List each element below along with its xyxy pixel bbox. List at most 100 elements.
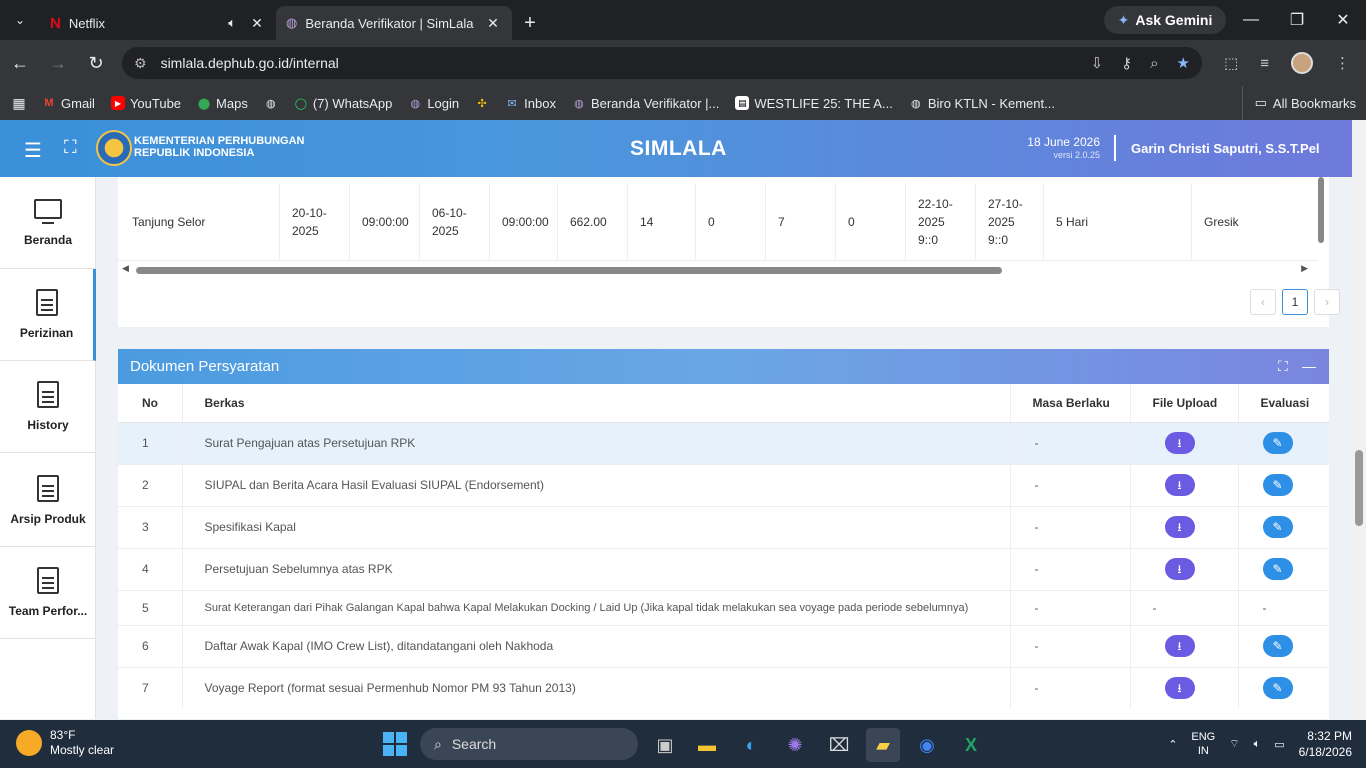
bookmark-biro[interactable]: ◍ Biro KTLN - Kement... bbox=[901, 96, 1063, 111]
windows-start-icon[interactable] bbox=[383, 732, 407, 756]
download-button[interactable]: ⭳ bbox=[1164, 516, 1195, 538]
url-text[interactable]: simlala.dephub.go.id/internal bbox=[161, 55, 339, 71]
edit-evaluation-button[interactable]: ✎ bbox=[1262, 432, 1293, 454]
task-view-icon[interactable]: ▣ bbox=[648, 728, 682, 762]
table-cell: 06-10- 2025 bbox=[420, 183, 490, 261]
download-button[interactable]: ⭳ bbox=[1164, 474, 1195, 496]
bookmark-gmail[interactable]: M Gmail bbox=[34, 96, 103, 111]
site-info-icon[interactable]: ⚙ bbox=[134, 55, 147, 72]
battery-icon[interactable]: ▭ bbox=[1274, 738, 1284, 751]
password-key-icon[interactable]: ⚷ bbox=[1121, 54, 1132, 72]
expand-icon[interactable]: ⛶ bbox=[1278, 358, 1288, 375]
main-content: Tanjung Selor 20-10- 2025 09:00:00 06-10… bbox=[96, 177, 1352, 719]
bookmark-label: Maps bbox=[216, 95, 248, 111]
close-tab-icon[interactable]: ✕ bbox=[248, 15, 266, 32]
bookmark-maps[interactable]: ⬤ Maps bbox=[189, 96, 256, 111]
sidebar-item-beranda[interactable]: Beranda bbox=[0, 177, 96, 269]
edit-evaluation-button[interactable]: ✎ bbox=[1262, 558, 1293, 580]
collapse-icon[interactable]: — bbox=[1302, 358, 1316, 374]
sidebar-item-arsip-produk[interactable]: Arsip Produk bbox=[0, 455, 96, 547]
edit-evaluation-button[interactable]: ✎ bbox=[1262, 474, 1293, 496]
minimize-icon[interactable]: — bbox=[1228, 0, 1274, 40]
globe-icon: ◍ bbox=[286, 15, 298, 30]
edit-evaluation-button[interactable]: ✎ bbox=[1262, 516, 1293, 538]
page-scrollbar[interactable] bbox=[1352, 120, 1366, 720]
forward-icon[interactable]: → bbox=[40, 45, 76, 81]
taskbar-search[interactable]: ⌕ Search bbox=[420, 728, 638, 760]
back-icon[interactable]: ← bbox=[2, 45, 38, 81]
sidebar-item-history[interactable]: History bbox=[0, 361, 96, 453]
row-no: 2 bbox=[118, 463, 182, 506]
page-button-current[interactable]: 1 bbox=[1282, 289, 1308, 315]
ask-gemini-button[interactable]: ✦ Ask Gemini bbox=[1104, 6, 1226, 34]
all-bookmarks[interactable]: ▭ All Bookmarks bbox=[1241, 86, 1356, 120]
close-tab-icon[interactable]: ✕ bbox=[484, 15, 502, 32]
download-button[interactable]: ⭳ bbox=[1164, 432, 1195, 454]
bookmark-login[interactable]: ◍ Login bbox=[400, 96, 467, 111]
row-masa: - bbox=[1009, 589, 1130, 625]
file-explorer-icon[interactable]: ▬ bbox=[690, 728, 724, 762]
sidebar-item-perizinan[interactable]: Perizinan bbox=[0, 269, 96, 361]
tab-search-dropdown-icon[interactable]: ⌄ bbox=[0, 0, 40, 40]
download-button[interactable]: ⭳ bbox=[1164, 677, 1195, 700]
bookmark-westlife[interactable]: ▤ WESTLIFE 25: THE A... bbox=[727, 96, 900, 111]
hamburger-menu-icon[interactable]: ☰ bbox=[24, 138, 42, 163]
row-berkas: Voyage Report (format sesuai Permenhub N… bbox=[181, 666, 1010, 709]
table-horizontal-scrollbar[interactable]: ◀ ▶ bbox=[122, 263, 1308, 275]
volume-icon[interactable]: 🔈︎ bbox=[1254, 738, 1261, 751]
fullscreen-icon[interactable]: ⛶ bbox=[64, 137, 77, 158]
new-tab-button[interactable]: + bbox=[512, 6, 548, 40]
tab-simlala[interactable]: ◍ Beranda Verifikator | SimLala ✕ bbox=[276, 6, 512, 40]
more-menu-icon[interactable]: ⋮ bbox=[1335, 54, 1350, 72]
chrome-icon[interactable]: ◉ bbox=[910, 728, 944, 762]
bookmark-youtube[interactable]: ▶ YouTube bbox=[103, 96, 189, 111]
bookmark-pinwheel[interactable]: ✣ bbox=[467, 96, 497, 110]
tab-netflix[interactable]: N Netflix 🔈︎ ✕ bbox=[40, 6, 276, 40]
tray-chevron-icon[interactable]: ⌃ bbox=[1168, 738, 1177, 751]
whatsapp-icon: ◯ bbox=[294, 97, 307, 110]
bookmark-label: WESTLIFE 25: THE A... bbox=[754, 95, 893, 111]
copilot-icon[interactable]: ✺ bbox=[778, 728, 812, 762]
table-row: 1 Surat Pengajuan atas Persetujuan RPK -… bbox=[118, 421, 1329, 464]
edge-icon[interactable]: ◐ bbox=[734, 728, 768, 762]
restore-icon[interactable]: ❐ bbox=[1274, 0, 1320, 40]
prev-page-button[interactable]: ‹ bbox=[1250, 289, 1276, 315]
media-control-icon[interactable]: ≡ bbox=[1260, 55, 1269, 72]
download-button[interactable]: ⭳ bbox=[1164, 558, 1195, 580]
row-no: 6 bbox=[118, 624, 182, 667]
weather-widget[interactable]: 83°F Mostly clear bbox=[16, 728, 114, 758]
download-button[interactable]: ⭳ bbox=[1164, 635, 1195, 657]
ministry-line2: REPUBLIK INDONESIA bbox=[134, 147, 255, 159]
table-cell: 09:00:00 bbox=[350, 183, 420, 261]
windows-taskbar: 83°F Mostly clear ⌕ Search ▣ ▬ ◐ ✺ ⌧ ▰ ◉… bbox=[0, 720, 1366, 768]
extensions-icon[interactable]: ⬚ bbox=[1224, 54, 1238, 72]
clock[interactable]: 8:32 PM 6/18/2026 bbox=[1299, 728, 1352, 760]
close-window-icon[interactable]: ✕ bbox=[1320, 0, 1366, 40]
zoom-icon[interactable]: ⌕ bbox=[1150, 55, 1158, 72]
bookmark-star-icon[interactable]: ★ bbox=[1177, 54, 1190, 72]
inbox-icon: ✉ bbox=[507, 97, 517, 110]
profile-avatar[interactable] bbox=[1291, 52, 1313, 74]
omnibox[interactable]: ⚙ simlala.dephub.go.id/internal ⇩ ⚷ ⌕ ★ bbox=[122, 47, 1202, 79]
wifi-icon[interactable]: ⌔ bbox=[1229, 737, 1239, 751]
bookmark-globe[interactable]: ◍ bbox=[256, 96, 286, 110]
apps-grid-icon[interactable]: ▦ bbox=[0, 95, 34, 111]
language-indicator[interactable]: ENG IN bbox=[1191, 730, 1215, 758]
edit-evaluation-button[interactable]: ✎ bbox=[1262, 635, 1293, 657]
install-app-icon[interactable]: ⇩ bbox=[1091, 54, 1104, 72]
table-vertical-scrollbar[interactable] bbox=[1316, 177, 1326, 259]
excel-icon[interactable]: X bbox=[954, 728, 988, 762]
bookmark-inbox[interactable]: ✉ Inbox bbox=[497, 96, 564, 111]
edit-evaluation-button[interactable]: ✎ bbox=[1262, 677, 1293, 700]
next-page-button[interactable]: › bbox=[1314, 289, 1340, 315]
bookmark-whatsapp[interactable]: ◯ (7) WhatsApp bbox=[286, 96, 400, 111]
speaker-icon[interactable]: 🔈︎ bbox=[228, 15, 236, 31]
bookmark-beranda[interactable]: ◍ Beranda Verifikator |... bbox=[564, 96, 727, 111]
sidebar-item-team-performance[interactable]: Team Perfor... bbox=[0, 547, 96, 639]
globe-icon: ◍ bbox=[911, 97, 921, 110]
col-masa-berlaku: Masa Berlaku bbox=[1009, 384, 1130, 423]
user-name[interactable]: Garin Christi Saputri, S.S.T.Pel bbox=[1131, 141, 1320, 156]
reload-icon[interactable]: ↻ bbox=[78, 45, 114, 81]
sticky-notes-icon[interactable]: ▰ bbox=[866, 728, 900, 762]
camera-icon[interactable]: ⌧ bbox=[822, 728, 856, 762]
